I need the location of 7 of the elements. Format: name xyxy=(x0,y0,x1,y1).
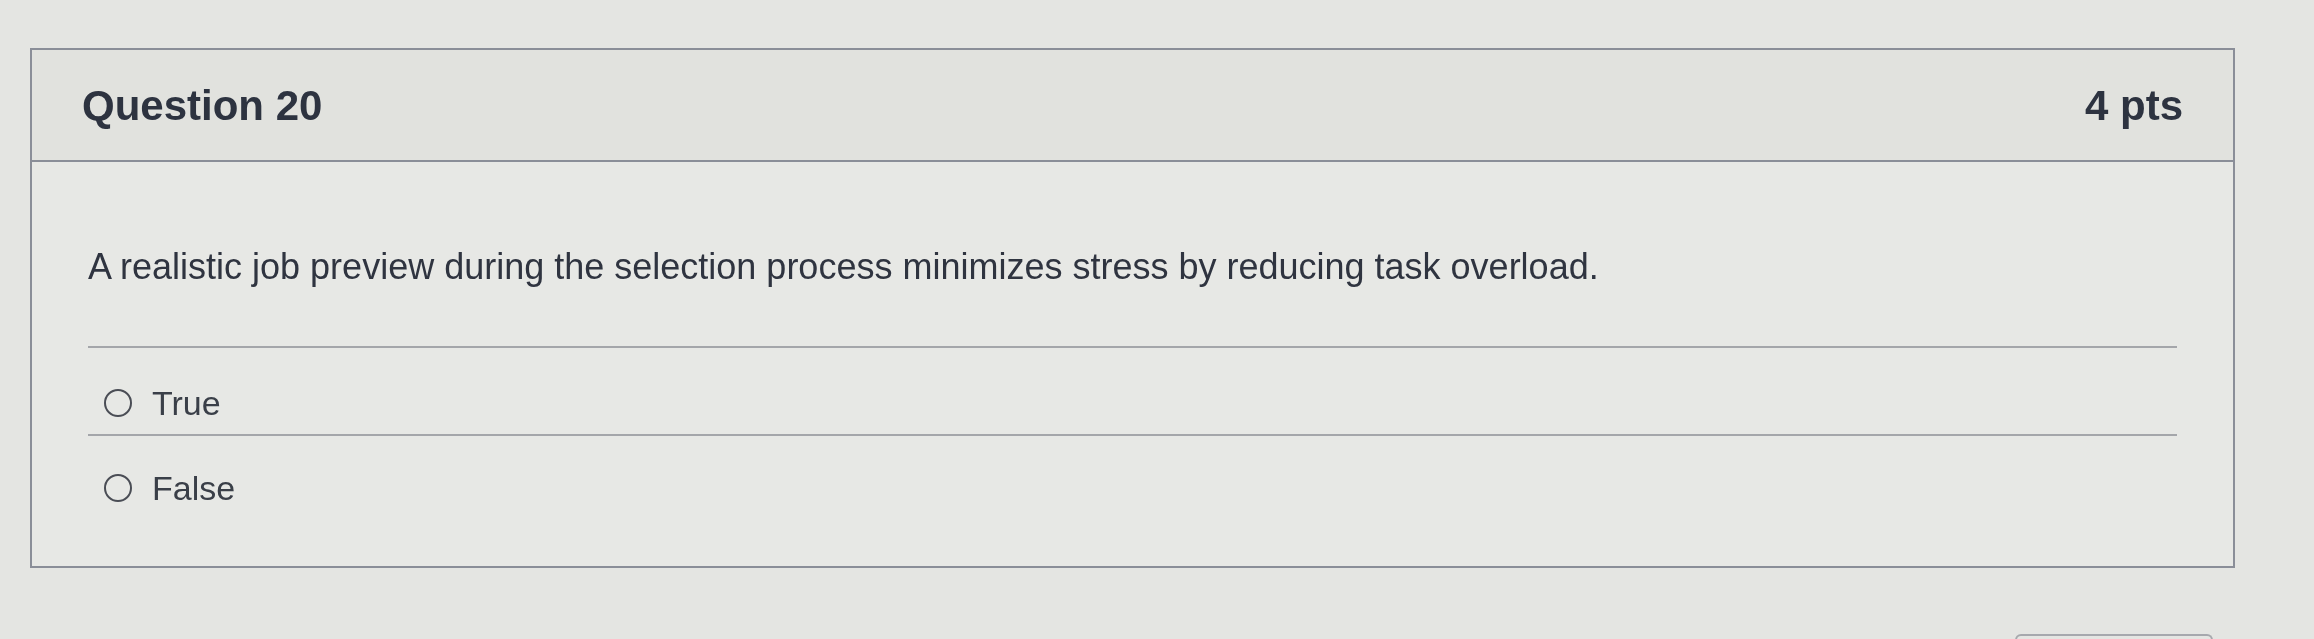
radio-button[interactable] xyxy=(104,474,132,502)
question-text: A realistic job preview during the selection process minimizes stress by reducing task overload. xyxy=(88,245,1600,289)
option-label[interactable]: False xyxy=(152,468,236,508)
radio-button[interactable] xyxy=(104,389,132,417)
question-title: Question 20 xyxy=(82,80,323,131)
points-label: 4 pts xyxy=(2084,80,2183,131)
option-label[interactable]: True xyxy=(152,383,221,423)
